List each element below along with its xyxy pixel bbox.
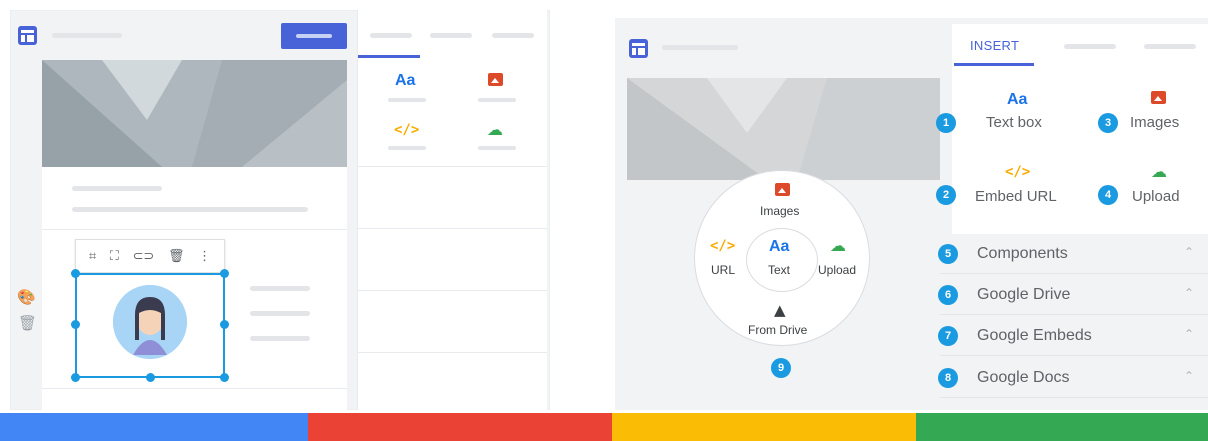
embed-url-label[interactable]: Embed URL xyxy=(975,188,1057,205)
site-title-placeholder xyxy=(662,45,738,50)
publish-button[interactable] xyxy=(281,23,347,49)
tab-placeholder[interactable] xyxy=(430,33,472,38)
callout-badge: 3 xyxy=(1098,113,1118,133)
text-placeholder xyxy=(250,336,310,341)
trash-icon[interactable]: 🗑 xyxy=(18,314,37,332)
resize-handle[interactable] xyxy=(146,373,155,382)
layout-icon xyxy=(629,39,648,58)
google-docs-row[interactable]: 8 Google Docs ⌃ xyxy=(938,358,1208,398)
wheel-from-drive-label[interactable]: From Drive xyxy=(748,323,807,337)
tab-insert[interactable]: INSERT xyxy=(970,38,1019,53)
google-drive-label: Google Drive xyxy=(977,286,1071,303)
panel-divider xyxy=(357,290,547,291)
label-placeholder xyxy=(478,98,516,102)
tab-placeholder[interactable] xyxy=(1064,44,1116,49)
upload-label[interactable]: Upload xyxy=(1132,188,1180,205)
expand-chevron-icon[interactable]: ⌃ xyxy=(1184,327,1194,341)
label-placeholder xyxy=(388,146,426,150)
text-placeholder xyxy=(72,207,308,212)
text-box-icon[interactable]: Aa xyxy=(769,238,789,256)
resize-handle[interactable] xyxy=(220,269,229,278)
stripe-blue xyxy=(0,413,308,441)
label-placeholder xyxy=(388,98,426,102)
callout-badge: 4 xyxy=(1098,185,1118,205)
callout-badge: 9 xyxy=(771,358,791,378)
resize-handle[interactable] xyxy=(220,373,229,382)
upload-icon[interactable]: ☁ xyxy=(830,236,846,255)
more-vert-icon[interactable]: ⋮ xyxy=(198,250,211,263)
images-label[interactable]: Images xyxy=(1130,114,1179,131)
stripe-yellow xyxy=(612,413,916,441)
link-icon[interactable]: ⊂⊃ xyxy=(133,250,155,263)
embed-code-icon[interactable]: </> xyxy=(1005,164,1030,180)
stripe-red xyxy=(308,413,612,441)
palette-icon[interactable]: 🎨 xyxy=(17,288,36,306)
components-row[interactable]: 5 Components ⌃ xyxy=(938,234,1208,274)
callout-badge: 2 xyxy=(936,185,956,205)
tab-placeholder[interactable] xyxy=(370,33,412,38)
site-title-placeholder xyxy=(52,33,122,38)
tab-placeholder[interactable] xyxy=(492,33,534,38)
left-hero-image xyxy=(42,60,347,167)
images-icon[interactable] xyxy=(775,183,790,196)
panel-divider xyxy=(357,166,547,167)
upload-icon[interactable]: ☁ xyxy=(487,120,503,139)
tab-placeholder[interactable] xyxy=(1144,44,1196,49)
components-label: Components xyxy=(977,245,1068,262)
label-placeholder xyxy=(478,146,516,150)
resize-handle[interactable] xyxy=(71,269,80,278)
resize-handle[interactable] xyxy=(71,373,80,382)
text-box-icon[interactable]: Aa xyxy=(1007,91,1027,109)
avatar xyxy=(113,285,187,359)
callout-badge: 8 xyxy=(938,368,958,388)
wheel-text-label[interactable]: Text xyxy=(768,263,790,277)
stripe-green xyxy=(916,413,1208,441)
drive-icon[interactable]: ▲ xyxy=(774,301,786,319)
images-icon[interactable] xyxy=(488,73,503,86)
crop-icon[interactable]: ⌗ xyxy=(89,250,96,263)
text-box-icon[interactable]: Aa xyxy=(395,72,415,90)
panel-divider xyxy=(357,352,547,353)
expand-chevron-icon[interactable]: ⌃ xyxy=(1184,369,1194,383)
resize-handle[interactable] xyxy=(220,320,229,329)
text-placeholder xyxy=(250,286,310,291)
expand-chevron-icon[interactable]: ⌃ xyxy=(1184,245,1194,259)
panel-divider xyxy=(357,228,547,229)
callout-badge: 5 xyxy=(938,244,958,264)
wheel-url-label[interactable]: URL xyxy=(711,263,735,277)
embed-code-icon[interactable]: </> xyxy=(710,238,735,254)
wheel-images-label[interactable]: Images xyxy=(760,204,799,218)
expand-chevron-icon[interactable]: ⌃ xyxy=(1184,286,1194,300)
left-insert-panel xyxy=(357,10,547,410)
section-divider xyxy=(42,229,347,230)
images-icon[interactable] xyxy=(1151,91,1166,104)
google-embeds-row[interactable]: 7 Google Embeds ⌃ xyxy=(938,316,1208,356)
text-placeholder xyxy=(72,186,162,191)
active-tab-indicator xyxy=(954,63,1034,66)
callout-badge: 7 xyxy=(938,326,958,346)
google-embeds-label: Google Embeds xyxy=(977,327,1092,344)
delete-icon[interactable]: 🗑 xyxy=(168,250,185,263)
fullscreen-icon[interactable]: ⛶ xyxy=(110,250,119,263)
embed-code-icon[interactable]: </> xyxy=(394,122,419,138)
resize-handle[interactable] xyxy=(71,320,80,329)
callout-badge: 1 xyxy=(936,113,956,133)
layout-icon xyxy=(18,26,37,45)
upload-icon[interactable]: ☁ xyxy=(1151,162,1167,181)
right-hero-image xyxy=(627,78,952,180)
text-box-label[interactable]: Text box xyxy=(986,114,1042,131)
image-toolbar: ⌗ ⛶ ⊂⊃ 🗑 ⋮ xyxy=(75,239,225,273)
google-drive-row[interactable]: 6 Google Drive ⌃ xyxy=(938,275,1208,315)
wheel-upload-label[interactable]: Upload xyxy=(818,263,856,277)
section-divider xyxy=(42,388,347,389)
text-placeholder xyxy=(250,311,310,316)
google-docs-label: Google Docs xyxy=(977,369,1070,386)
callout-badge: 6 xyxy=(938,285,958,305)
active-tab-indicator xyxy=(358,55,420,58)
